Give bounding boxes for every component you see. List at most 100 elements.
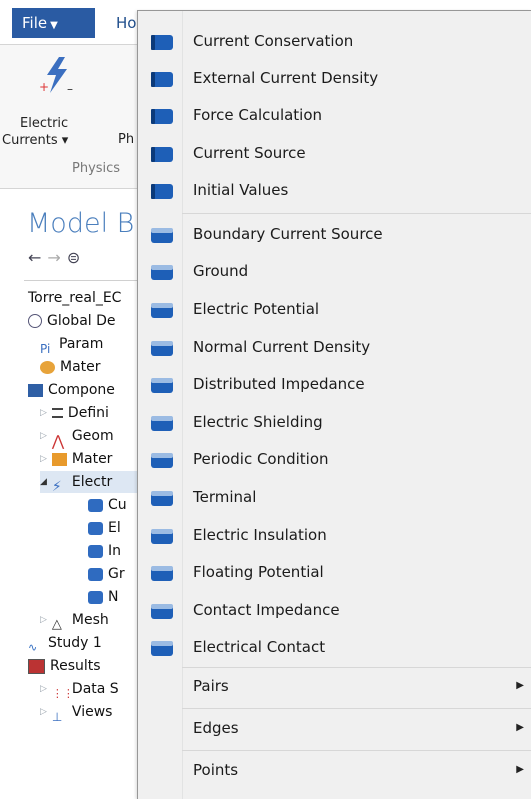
tree-item-label: N: [108, 589, 119, 605]
tree-item-initial-values[interactable]: In: [88, 540, 121, 562]
menu-item-electric-insulation[interactable]: Electric Insulation: [138, 517, 531, 553]
tree-item-label: Mater: [71, 451, 113, 467]
boundary-feature-icon: [151, 529, 173, 544]
menu-item-contact-impedance[interactable]: Contact Impedance: [138, 592, 531, 628]
tree-item-geometry[interactable]: ▷ ⋀ Geom: [40, 425, 114, 450]
domain-node-icon: [88, 498, 103, 512]
menu-item-distributed-impedance[interactable]: Distributed Impedance: [138, 366, 531, 402]
tree-item-label: Data S: [71, 681, 119, 697]
tree-item-normal-current-density[interactable]: N: [88, 586, 118, 608]
domain-feature-icon: [151, 109, 173, 124]
ribbon-panel: + – Electric Currents ▾ Ph Physics: [0, 44, 140, 189]
tree-item-data-sets[interactable]: ▷ ⋮⋮Data S: [40, 678, 119, 700]
menu-item-label: Boundary Current Source: [193, 225, 383, 243]
boundary-feature-icon: [151, 378, 173, 393]
tree-item-study[interactable]: ∿ Study 1: [28, 632, 102, 654]
menu-item-current-source[interactable]: Current Source: [138, 135, 531, 171]
menu-item-ground[interactable]: Ground: [138, 253, 531, 289]
menu-item-label: Contact Impedance: [193, 601, 340, 619]
materials-grid-icon: [51, 452, 67, 466]
tree-item-label: Electr: [71, 474, 113, 490]
menu-item-label: External Current Density: [193, 69, 379, 87]
model-builder-panel: Model B ←→⊜ Torre_real_EC Global De Pi Pa…: [0, 190, 141, 798]
expand-icon[interactable]: ▷: [40, 431, 47, 441]
tree-item-results[interactable]: Results: [28, 655, 101, 677]
tree-item-model-root[interactable]: Torre_real_EC: [28, 287, 121, 309]
boundary-feature-icon: [151, 641, 173, 656]
menu-item-force-calculation[interactable]: Force Calculation: [138, 97, 531, 133]
boundary-node-icon: [88, 567, 103, 581]
electric-currents-button[interactable]: Electric Currents ▾: [2, 115, 68, 149]
tree-item-ground[interactable]: Gr: [88, 563, 125, 585]
forward-arrow-icon[interactable]: →: [47, 248, 66, 267]
submenu-arrow-icon: ▶: [516, 764, 524, 775]
add-feature-context-menu: Current Conservation External Current De…: [137, 10, 531, 799]
expand-icon[interactable]: ▷: [40, 615, 47, 625]
tree-item-component[interactable]: Compone: [28, 379, 115, 401]
tree-item-definitions[interactable]: ▷ Defini: [40, 402, 109, 424]
menu-item-periodic-condition[interactable]: Periodic Condition: [138, 441, 531, 477]
collapse-icon[interactable]: ◢: [40, 477, 47, 487]
tree-item-current-conservation[interactable]: Cu: [88, 494, 127, 516]
svg-text:–: –: [67, 82, 73, 95]
study-icon: ∿: [28, 640, 38, 654]
menu-item-label: Terminal: [193, 488, 257, 506]
tree-item-mesh[interactable]: ▷ △ Mesh: [40, 609, 109, 632]
menu-item-current-conservation[interactable]: Current Conservation: [138, 23, 531, 59]
boundary-feature-icon: [151, 491, 173, 506]
file-menu-tab[interactable]: File ▼: [12, 8, 95, 38]
home-tab[interactable]: Ho: [116, 14, 136, 32]
views-icon: ⊥: [51, 709, 63, 724]
submenu-edges[interactable]: Edges ▶: [138, 710, 531, 746]
menu-item-normal-current-density[interactable]: Normal Current Density: [138, 329, 531, 365]
tree-item-component-materials[interactable]: ▷ Mater: [40, 448, 112, 470]
tree-item-parameters[interactable]: Pi Param: [40, 333, 103, 356]
menu-item-initial-values[interactable]: Initial Values: [138, 172, 531, 208]
globe-icon: [28, 314, 42, 328]
menu-item-electrical-contact[interactable]: Electrical Contact: [138, 629, 531, 665]
menu-item-floating-potential[interactable]: Floating Potential: [138, 554, 531, 590]
expand-icon[interactable]: ▷: [40, 707, 47, 717]
tree-item-electric-currents[interactable]: ◢ ⚡ Electr: [40, 471, 140, 495]
boundary-feature-icon: [151, 228, 173, 243]
expand-icon[interactable]: ▷: [40, 454, 47, 464]
submenu-label: Edges: [193, 719, 239, 737]
submenu-label: Pairs: [193, 677, 229, 695]
physics-group-label: Physics: [72, 161, 121, 176]
back-arrow-icon[interactable]: ←: [28, 248, 47, 267]
menu-separator: [182, 750, 531, 751]
tree-item-label: Mater: [60, 359, 101, 375]
menu-item-electric-shielding[interactable]: Electric Shielding: [138, 404, 531, 440]
expand-icon[interactable]: ▷: [40, 684, 47, 694]
submenu-pairs[interactable]: Pairs ▶: [138, 668, 531, 704]
show-icon[interactable]: ⊜: [67, 248, 86, 267]
electric-currents-icon: ⚡: [51, 478, 62, 495]
boundary-feature-icon: [151, 453, 173, 468]
submenu-points[interactable]: Points ▶: [138, 752, 531, 788]
model-builder-title: Model B: [27, 208, 135, 239]
domain-feature-icon: [151, 184, 173, 199]
expand-icon[interactable]: ▷: [40, 408, 47, 418]
menu-item-boundary-current-source[interactable]: Boundary Current Source: [138, 216, 531, 252]
tree-item-label: Gr: [108, 566, 125, 582]
tree-item-label: Mesh: [71, 612, 109, 628]
parameters-icon: Pi: [40, 341, 51, 356]
menu-separator: [182, 708, 531, 709]
tree-item-label: Torre_real_EC: [28, 290, 122, 306]
tree-item-global-definitions[interactable]: Global De: [28, 310, 116, 332]
electric-currents-icon[interactable]: + –: [37, 55, 77, 95]
menu-item-electric-potential[interactable]: Electric Potential: [138, 291, 531, 327]
tree-item-views[interactable]: ▷ ⊥ Views: [40, 701, 112, 724]
menu-item-terminal[interactable]: Terminal: [138, 479, 531, 515]
submenu-arrow-icon: ▶: [516, 722, 524, 733]
menu-item-external-current-density[interactable]: External Current Density: [138, 60, 531, 96]
tree-item-electric-insulation[interactable]: El: [88, 517, 121, 539]
tree-item-materials[interactable]: Mater: [40, 356, 101, 378]
boundary-feature-icon: [151, 265, 173, 280]
tree-item-label: El: [108, 520, 121, 536]
tree-divider: [24, 280, 140, 281]
physics-button-label[interactable]: Ph: [118, 132, 134, 147]
domain-feature-icon: [151, 35, 173, 50]
tree-item-label: Cu: [108, 497, 127, 513]
menu-item-label: Force Calculation: [193, 106, 323, 124]
